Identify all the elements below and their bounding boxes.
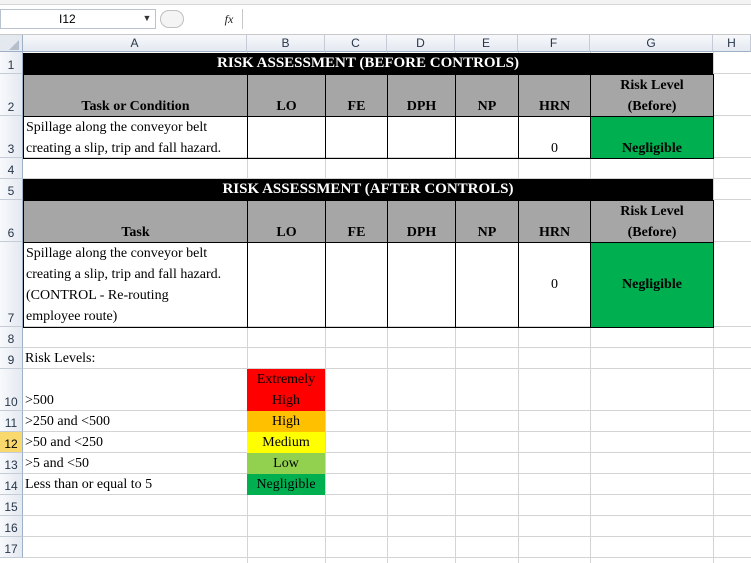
name-box[interactable]: I12 [0, 9, 156, 29]
column-header-e[interactable]: E [455, 35, 518, 52]
row-header[interactable]: 7 [0, 242, 23, 327]
table1-header-np[interactable]: NP [455, 74, 519, 117]
row-header[interactable]: 2 [0, 74, 23, 116]
table1-header-risk-level[interactable]: Risk Level (Before) [590, 74, 714, 117]
risk-header-line1: Risk Level [620, 78, 684, 93]
select-all-triangle-icon [9, 40, 19, 50]
row-header[interactable]: 14 [0, 474, 23, 495]
column-header-b[interactable]: B [247, 35, 325, 52]
row-header[interactable]: 11 [0, 411, 23, 432]
row-header[interactable]: 5 [0, 179, 23, 200]
table1-dph-cell[interactable] [387, 116, 456, 159]
risk-level-high[interactable]: High [247, 411, 325, 432]
risk-header-line1: Risk Level [620, 204, 684, 219]
table1-risk-cell[interactable]: Negligible [590, 116, 714, 159]
column-header-g[interactable]: G [590, 35, 713, 52]
table2-task-cell[interactable]: Spillage along the conveyor belt creatin… [23, 242, 248, 328]
risk-range-label[interactable]: >500 [23, 390, 247, 411]
risk-level-extremely-high[interactable]: Extremely High [247, 369, 325, 411]
table2-header-dph[interactable]: DPH [387, 200, 456, 243]
task-line: (CONTROL - Re-routing [26, 288, 169, 303]
column-header-c[interactable]: C [325, 35, 387, 52]
table2-risk-cell[interactable]: Negligible [590, 242, 714, 328]
table2-np-cell[interactable] [455, 242, 519, 328]
row-header[interactable]: 10 [0, 369, 23, 411]
row-header[interactable]: 4 [0, 158, 23, 179]
task-line: Spillage along the conveyor belt [26, 120, 208, 135]
risk-header-line2: (Before) [627, 225, 677, 240]
row-header[interactable]: 3 [0, 116, 23, 158]
risk-range-label[interactable]: >5 and <50 [23, 453, 247, 474]
table1-task-cell[interactable]: Spillage along the conveyor belt creatin… [23, 116, 248, 159]
table1-header-fe[interactable]: FE [325, 74, 388, 117]
task-line: creating a slip, trip and fall hazard. [26, 141, 222, 156]
table2-header-fe[interactable]: FE [325, 200, 388, 243]
table2-title[interactable]: RISK ASSESSMENT (AFTER CONTROLS) [23, 179, 713, 200]
table1-header-dph[interactable]: DPH [387, 74, 456, 117]
column-header-a[interactable]: A [23, 35, 247, 52]
risk-range-label[interactable]: >250 and <500 [23, 411, 247, 432]
table2-header-task[interactable]: Task [23, 200, 248, 243]
table2-header-risk-level[interactable]: Risk Level (Before) [590, 200, 714, 243]
risk-range-label[interactable]: >50 and <250 [23, 432, 247, 453]
task-line: Spillage along the conveyor belt [26, 246, 208, 261]
risk-range-label[interactable]: Less than or equal to 5 [23, 474, 247, 495]
table1-hrn-cell[interactable]: 0 [518, 116, 591, 159]
column-header-h[interactable]: H [713, 35, 751, 52]
table2-hrn-cell[interactable]: 0 [518, 242, 591, 328]
formula-bar-resize-handle[interactable] [160, 10, 184, 28]
table1-lo-cell[interactable] [247, 116, 326, 159]
row-header[interactable]: 6 [0, 200, 23, 242]
insert-function-icon[interactable]: fx [218, 9, 240, 29]
table1-header-hrn[interactable]: HRN [518, 74, 591, 117]
row-header[interactable]: 15 [0, 495, 23, 516]
table1-fe-cell[interactable] [325, 116, 388, 159]
table1-np-cell[interactable] [455, 116, 519, 159]
table2-header-np[interactable]: NP [455, 200, 519, 243]
risk-level-negligible[interactable]: Negligible [247, 474, 325, 495]
table2-lo-cell[interactable] [247, 242, 326, 328]
table2-fe-cell[interactable] [325, 242, 388, 328]
task-line: creating a slip, trip and fall hazard. [26, 267, 222, 282]
risk-level-line: High [272, 393, 300, 408]
risk-header-line2: (Before) [627, 99, 677, 114]
chevron-down-icon[interactable]: ▼ [141, 11, 153, 25]
row-header[interactable]: 17 [0, 537, 23, 558]
row-header[interactable]: 16 [0, 516, 23, 537]
risk-level-low[interactable]: Low [247, 453, 325, 474]
table1-title[interactable]: RISK ASSESSMENT (BEFORE CONTROLS) [23, 53, 713, 74]
row-header[interactable]: 1 [0, 52, 23, 74]
risk-levels-title[interactable]: Risk Levels: [23, 348, 247, 369]
task-line: employee route) [26, 309, 118, 324]
row-header[interactable]: 9 [0, 348, 23, 369]
risk-level-medium[interactable]: Medium [247, 432, 325, 453]
risk-level-line: Extremely [256, 372, 316, 387]
row-header[interactable]: 13 [0, 453, 23, 474]
table2-header-hrn[interactable]: HRN [518, 200, 591, 243]
table1-header-lo[interactable]: LO [247, 74, 326, 117]
table2-header-lo[interactable]: LO [247, 200, 326, 243]
column-header-d[interactable]: D [387, 35, 455, 52]
table2-dph-cell[interactable] [387, 242, 456, 328]
formula-input[interactable] [242, 9, 751, 29]
table1-header-task[interactable]: Task or Condition [23, 74, 248, 117]
row-header-active[interactable]: 12 [0, 432, 23, 453]
column-header-f[interactable]: F [518, 35, 590, 52]
row-header[interactable]: 8 [0, 327, 23, 348]
